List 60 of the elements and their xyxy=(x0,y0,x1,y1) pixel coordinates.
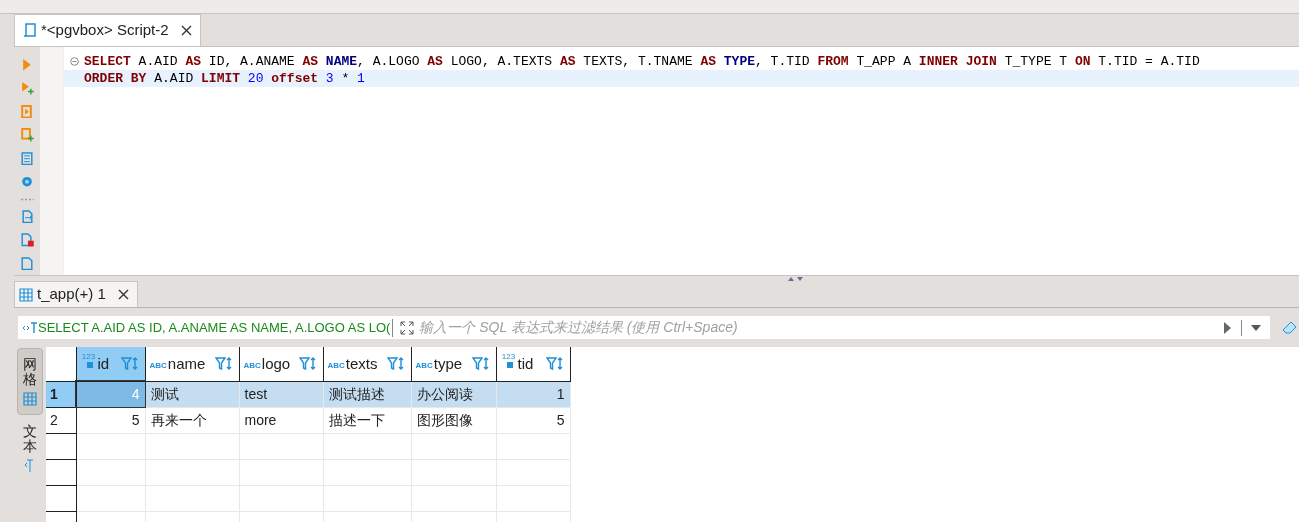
text-type-label: ABC xyxy=(327,362,345,370)
column-header[interactable]: ABCtexts xyxy=(323,347,411,381)
sql-query-text: SELECT A.AID AS ID, A.ANAME AS NAME, A.LOGO AS LO( xyxy=(38,318,391,337)
splitter-arrows-icon[interactable] xyxy=(786,276,806,282)
close-icon[interactable] xyxy=(180,25,192,36)
table-cell: 办公阅读 xyxy=(411,381,496,407)
export-icon[interactable] xyxy=(20,209,34,224)
grid-icon xyxy=(23,391,37,406)
file-error-icon[interactable] xyxy=(20,233,34,247)
settings-icon[interactable] xyxy=(20,175,34,189)
run-add-icon[interactable] xyxy=(20,81,34,95)
table-row[interactable]: 1 4 测试 test 测试描述 办公阅读 1 xyxy=(46,381,570,407)
column-header[interactable]: ABCtype xyxy=(411,347,496,381)
table-cell: more xyxy=(239,407,323,433)
play-icon[interactable] xyxy=(1223,320,1233,335)
table-cell: 测试描述 xyxy=(323,381,411,407)
column-header[interactable]: ABClogo xyxy=(239,347,323,381)
view-tab[interactable]: 网格 xyxy=(17,348,43,415)
script-icon xyxy=(23,22,37,39)
filter-bar[interactable]: SELECT A.AID AS ID, A.ANAME AS NAME, A.LOGO AS LO( 输入一个 SQL 表达式来过滤结果 (使用 Ctrl+Space) xyxy=(18,316,1270,339)
sql-text-icon xyxy=(22,321,38,334)
column-header[interactable]: ABCname xyxy=(145,347,239,381)
grid-icon xyxy=(19,287,33,302)
close-icon[interactable] xyxy=(117,289,129,300)
script-add-icon[interactable] xyxy=(20,128,34,142)
eraser-icon[interactable] xyxy=(1282,319,1298,336)
sql-code-line: ORDER BY A.AID LIMIT 20 offset 3 * 1 xyxy=(84,70,365,87)
separator-dots-icon xyxy=(20,197,34,201)
text-type-label: ABC xyxy=(149,362,167,370)
run-icon[interactable] xyxy=(20,58,34,72)
row-number: 1 xyxy=(46,381,76,407)
editor-tab[interactable]: *<pgvbox> Script-2 xyxy=(14,14,201,46)
document-icon[interactable] xyxy=(20,151,34,166)
row-number: 2 xyxy=(46,407,76,433)
table-cell: 图形图像 xyxy=(411,407,496,433)
tab-label: *<pgvbox> Script-2 xyxy=(41,20,169,41)
view-tab[interactable]: 文本 xyxy=(17,414,43,482)
fold-icon[interactable] xyxy=(69,57,79,66)
expand-icon[interactable] xyxy=(399,319,416,336)
dropdown-caret-icon[interactable] xyxy=(1250,323,1262,332)
table-cell: 4 xyxy=(76,381,145,407)
table-row[interactable]: 2 5 再来一个 more 描述一下 图形图像 5 xyxy=(46,407,570,433)
table-cell: test xyxy=(239,381,323,407)
table-cell: 5 xyxy=(496,407,570,433)
filter-input[interactable]: 输入一个 SQL 表达式来过滤结果 (使用 Ctrl+Space) xyxy=(419,317,1215,338)
script-run-icon[interactable] xyxy=(20,104,34,119)
table-cell: 再来一个 xyxy=(145,407,239,433)
number-type-label: 123 xyxy=(500,352,517,369)
file-icon[interactable] xyxy=(20,256,34,270)
table-cell: 5 xyxy=(76,407,145,433)
number-type-label: 123 xyxy=(80,352,97,369)
sql-code-line: SELECT A.AID AS ID, A.ANAME AS NAME, A.LOGO AS LOGO, A.TEXTS AS TEXTS, T.TNAME AS TYPE, T.TID FROM T_APP A INNER JOIN T_TYPE T ON T.TID = A.TID xyxy=(84,53,1200,70)
text-type-label: ABC xyxy=(243,362,261,370)
table-cell: 描述一下 xyxy=(323,407,411,433)
tab-label: t_app(+) 1 xyxy=(37,284,106,305)
table-cell: 1 xyxy=(496,381,570,407)
table-cell: 测试 xyxy=(145,381,239,407)
text-type-label: ABC xyxy=(415,362,433,370)
results-tab[interactable]: t_app(+) 1 xyxy=(14,281,138,307)
text-icon xyxy=(24,458,36,473)
